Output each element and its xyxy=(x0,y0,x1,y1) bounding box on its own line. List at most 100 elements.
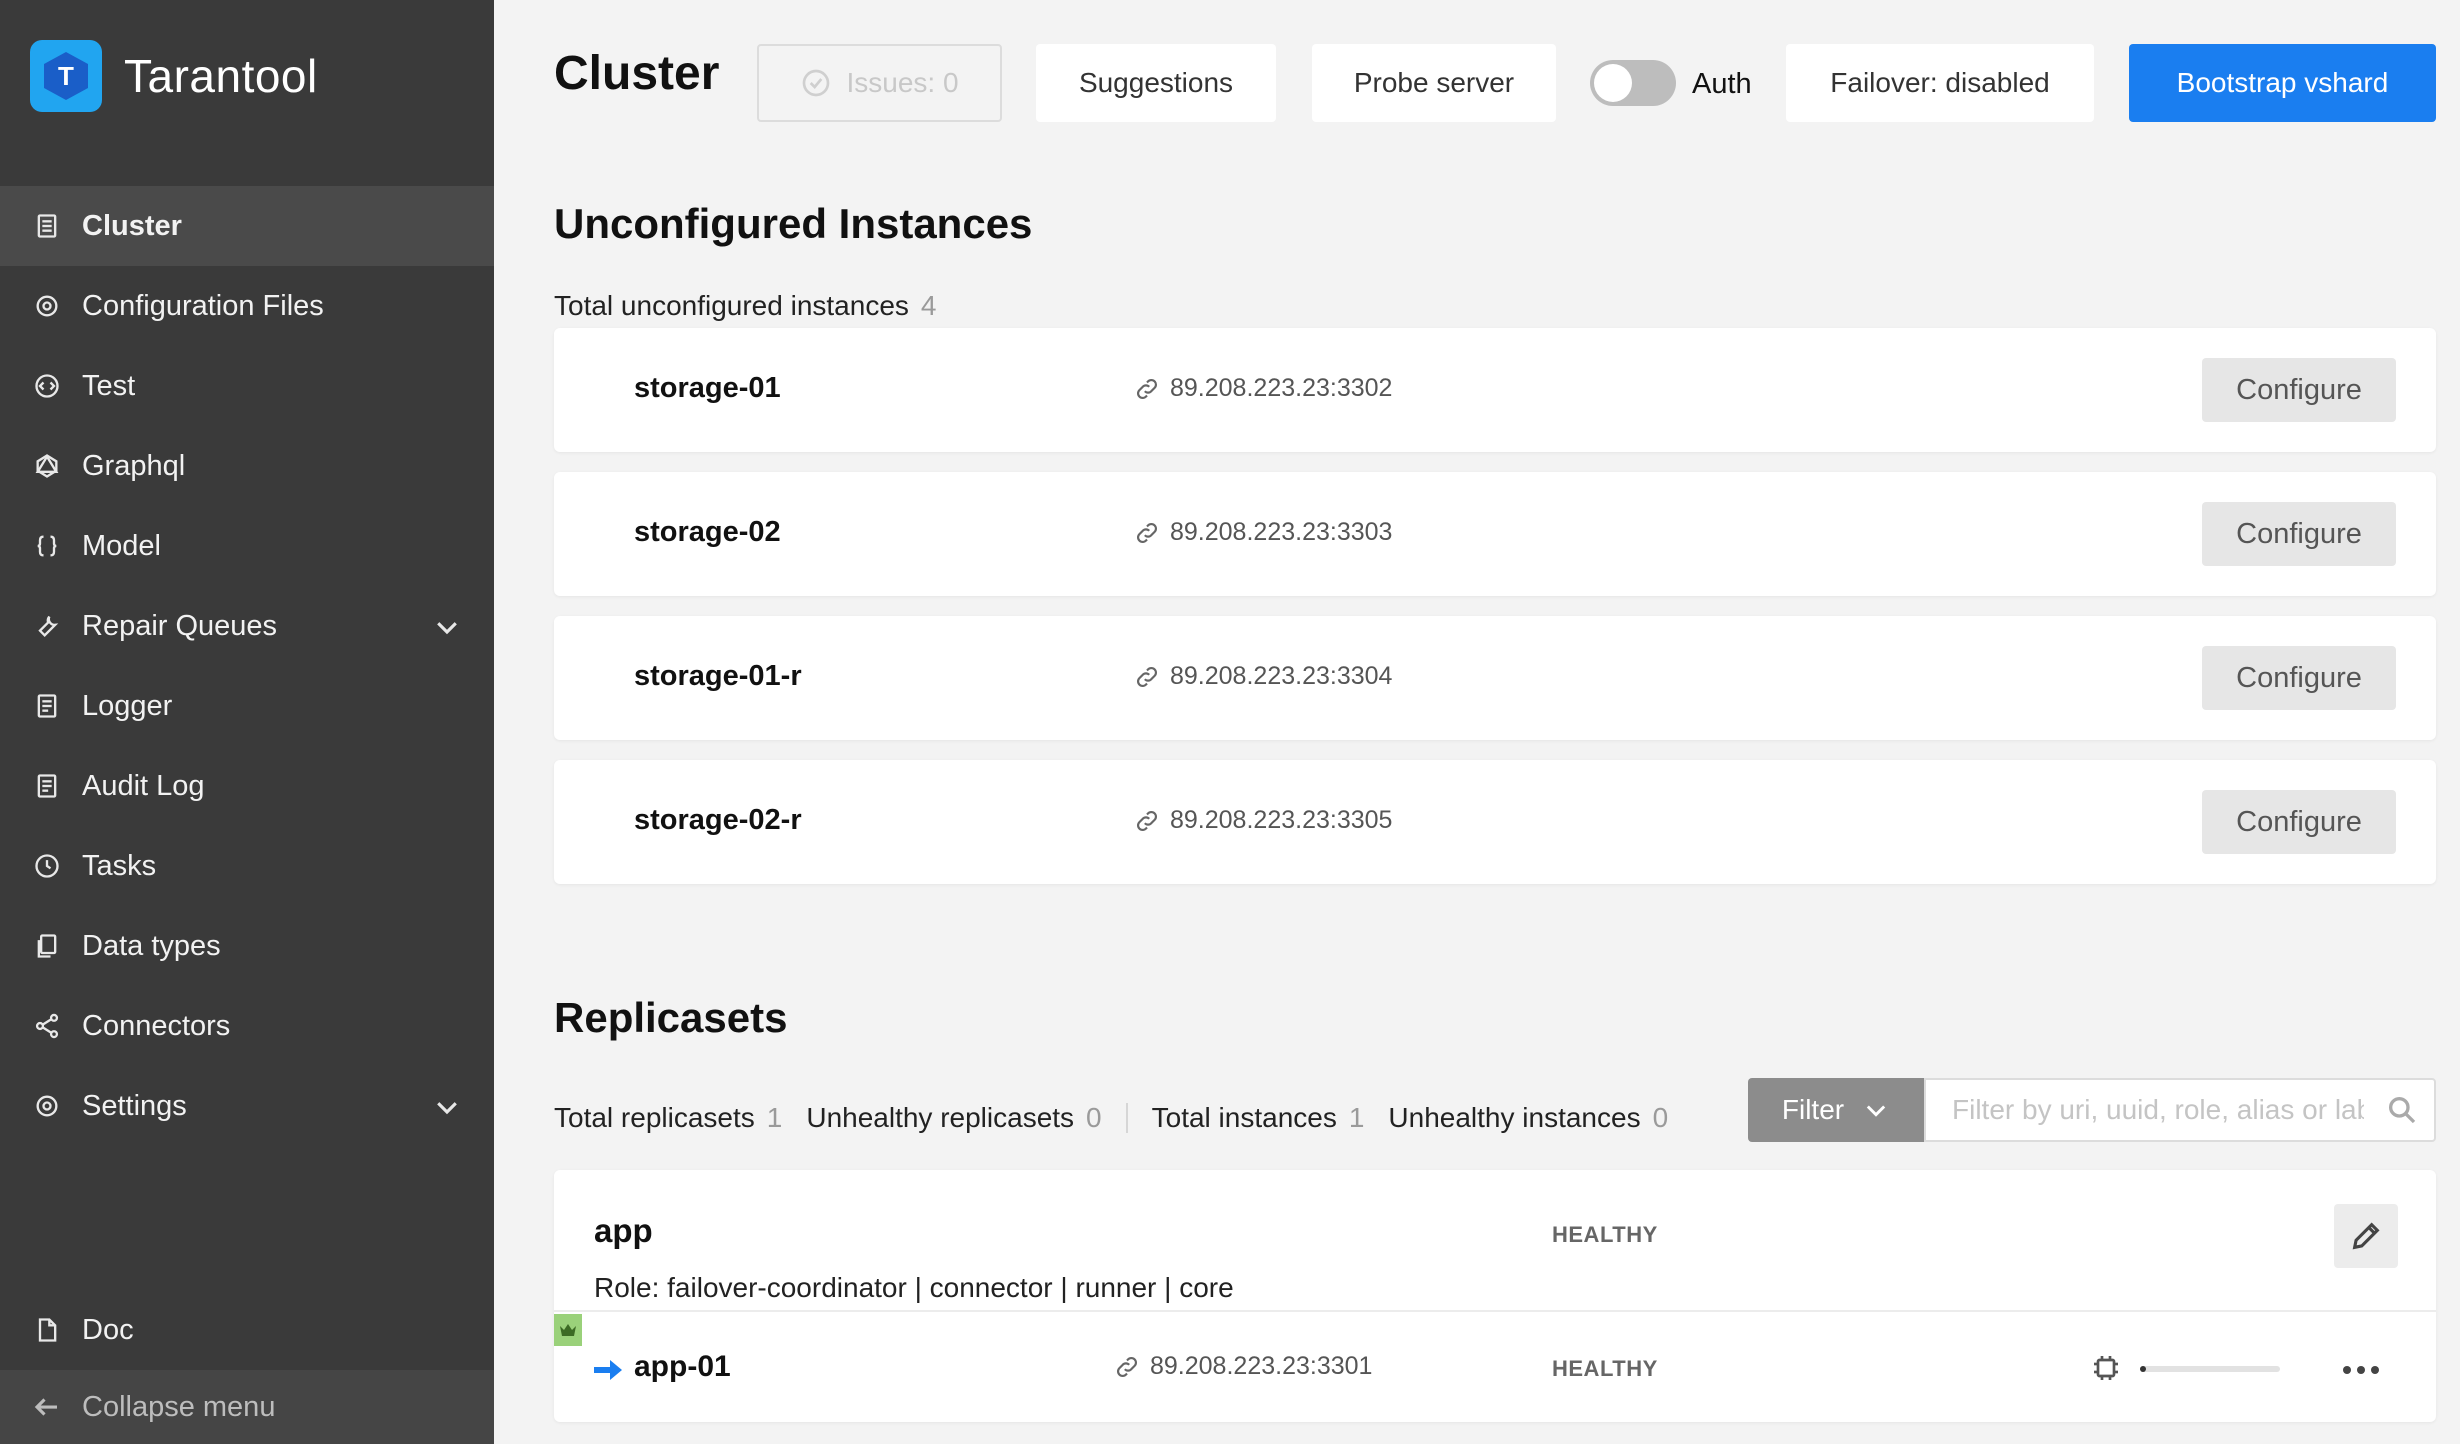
search-icon xyxy=(2386,1094,2418,1126)
instance-name: storage-02 xyxy=(634,516,781,548)
sidebar-item-connectors[interactable]: Connectors xyxy=(0,986,494,1066)
suggestions-button[interactable]: Suggestions xyxy=(1036,44,1276,122)
gear-icon xyxy=(32,291,62,321)
stat-label: Total replicasets xyxy=(554,1102,755,1133)
instance-uri-text: 89.208.223.23:3305 xyxy=(1170,806,1393,834)
sidebar-item-test[interactable]: Test xyxy=(0,346,494,426)
configure-button[interactable]: Configure xyxy=(2202,358,2396,422)
instance-uri: 89.208.223.23:3303 xyxy=(1134,518,1392,547)
document-icon xyxy=(32,691,62,721)
unconfigured-total: Total unconfigured instances 4 xyxy=(554,290,936,322)
failover-button[interactable]: Failover: disabled xyxy=(1786,44,2094,122)
sidebar-nav: Cluster Configuration Files Test Graphql… xyxy=(0,186,494,1146)
page-title: Cluster xyxy=(554,47,720,100)
sidebar-item-repair-queues[interactable]: Repair Queues xyxy=(0,586,494,666)
sidebar-item-label: Tasks xyxy=(82,849,157,882)
sidebar-item-label: Connectors xyxy=(82,1009,231,1042)
configure-button[interactable]: Configure xyxy=(2202,790,2396,854)
file-icon xyxy=(32,1315,62,1345)
svg-text:T: T xyxy=(58,61,74,91)
stat-label: Total instances xyxy=(1151,1102,1337,1133)
more-dot xyxy=(2371,1366,2379,1374)
braces-icon xyxy=(32,531,62,561)
filter-button[interactable]: Filter xyxy=(1748,1078,1924,1142)
sidebar-item-logger[interactable]: Logger xyxy=(0,666,494,746)
collapse-menu-label: Collapse menu xyxy=(82,1390,276,1423)
sidebar-item-label: Test xyxy=(82,369,136,402)
gear-icon xyxy=(32,1091,62,1121)
sidebar-item-label: Settings xyxy=(82,1089,187,1122)
stat-divider xyxy=(1125,1103,1128,1133)
sidebar-item-model[interactable]: Model xyxy=(0,506,494,586)
sidebar-item-data-types[interactable]: Data types xyxy=(0,906,494,986)
chevron-down-icon[interactable] xyxy=(432,612,462,642)
configure-button[interactable]: Configure xyxy=(2202,646,2396,710)
chevron-down-icon xyxy=(1866,1105,1886,1117)
sidebar-item-audit-log[interactable]: Audit Log xyxy=(0,746,494,826)
sidebar-item-label: Cluster xyxy=(82,209,182,242)
unconfigured-total-value: 4 xyxy=(920,290,937,321)
sidebar-item-label: Configuration Files xyxy=(82,289,324,322)
instance-card: storage-01 89.208.223.23:3302 Configure xyxy=(554,328,2436,452)
sidebar-item-settings[interactable]: Settings xyxy=(0,1066,494,1146)
issues-label: Issues: 0 xyxy=(846,67,959,98)
link-icon xyxy=(1137,810,1157,831)
edit-replicaset-button[interactable] xyxy=(2334,1204,2398,1268)
configure-button[interactable]: Configure xyxy=(2202,502,2396,566)
probe-server-button[interactable]: Probe server xyxy=(1312,44,1556,122)
link-icon xyxy=(1137,522,1157,543)
sidebar-item-cluster[interactable]: Cluster xyxy=(0,186,494,266)
more-dot xyxy=(2343,1366,2351,1374)
replicaset-card: app HEALTHY Role: failover-coordinator |… xyxy=(554,1170,2436,1422)
unconfigured-title: Unconfigured Instances xyxy=(554,200,1033,247)
replicaset-roles: Role: failover-coordinator | connector |… xyxy=(594,1272,1234,1303)
wrench-icon xyxy=(32,611,62,641)
brand-name: Tarantool xyxy=(124,50,318,102)
filter-input[interactable] xyxy=(1924,1078,2436,1142)
chevron-down-icon[interactable] xyxy=(432,1092,462,1122)
sidebar-item-doc[interactable]: Doc xyxy=(0,1290,494,1370)
sidebar-item-label: Doc xyxy=(82,1313,134,1346)
replicasets-title: Replicasets xyxy=(554,994,788,1041)
graphql-icon xyxy=(32,451,62,481)
brand[interactable]: T Tarantool xyxy=(30,40,318,112)
instance-uri-text: 89.208.223.23:3304 xyxy=(1170,662,1393,690)
server-uri: 89.208.223.23:3301 xyxy=(1114,1352,1372,1381)
memory-usage-bar xyxy=(2140,1366,2280,1372)
unconfigured-total-label: Total unconfigured instances xyxy=(554,290,909,321)
instance-card: storage-02 89.208.223.23:3303 Configure xyxy=(554,472,2436,596)
instance-uri: 89.208.223.23:3304 xyxy=(1134,662,1392,691)
sidebar-item-label: Logger xyxy=(82,689,173,722)
share-icon xyxy=(32,1011,62,1041)
replicasets-stats: Total replicasets 1 Unhealthy replicaset… xyxy=(554,1102,1668,1134)
instance-name: storage-01 xyxy=(634,372,781,404)
instance-name: storage-01-r xyxy=(634,660,802,692)
auth-toggle[interactable] xyxy=(1590,60,1676,106)
instance-uri-text: 89.208.223.23:3303 xyxy=(1170,518,1393,546)
stat-value: 1 xyxy=(1348,1102,1365,1133)
leader-crown-icon xyxy=(554,1314,582,1346)
filter-label: Filter xyxy=(1781,1094,1845,1125)
issues-button[interactable]: Issues: 0 xyxy=(757,44,1002,122)
sidebar-item-graphql[interactable]: Graphql xyxy=(0,426,494,506)
stat-value: 1 xyxy=(766,1102,783,1133)
instance-card: storage-01-r 89.208.223.23:3304 Configur… xyxy=(554,616,2436,740)
sidebar: T Tarantool Cluster Configuration Files … xyxy=(0,0,494,1444)
more-actions-button[interactable] xyxy=(2336,1350,2386,1390)
instance-name: storage-02-r xyxy=(634,804,802,836)
cpu-chip-icon xyxy=(2090,1352,2122,1384)
server-name[interactable]: app-01 xyxy=(634,1350,731,1384)
replicaset-name: app xyxy=(594,1212,653,1249)
stat-value: 0 xyxy=(1086,1102,1102,1133)
instance-uri: 89.208.223.23:3302 xyxy=(1134,374,1392,403)
check-circle-icon xyxy=(803,69,830,97)
sidebar-item-tasks[interactable]: Tasks xyxy=(0,826,494,906)
bootstrap-vshard-button[interactable]: Bootstrap vshard xyxy=(2129,44,2436,122)
sidebar-item-configuration-files[interactable]: Configuration Files xyxy=(0,266,494,346)
link-icon xyxy=(1137,378,1157,399)
link-icon xyxy=(1137,666,1157,687)
arrow-left-icon xyxy=(34,1398,57,1416)
stat-label: Unhealthy replicasets xyxy=(806,1102,1075,1133)
collapse-menu-button[interactable]: Collapse menu xyxy=(0,1370,494,1444)
stat-value: 0 xyxy=(1652,1102,1669,1133)
